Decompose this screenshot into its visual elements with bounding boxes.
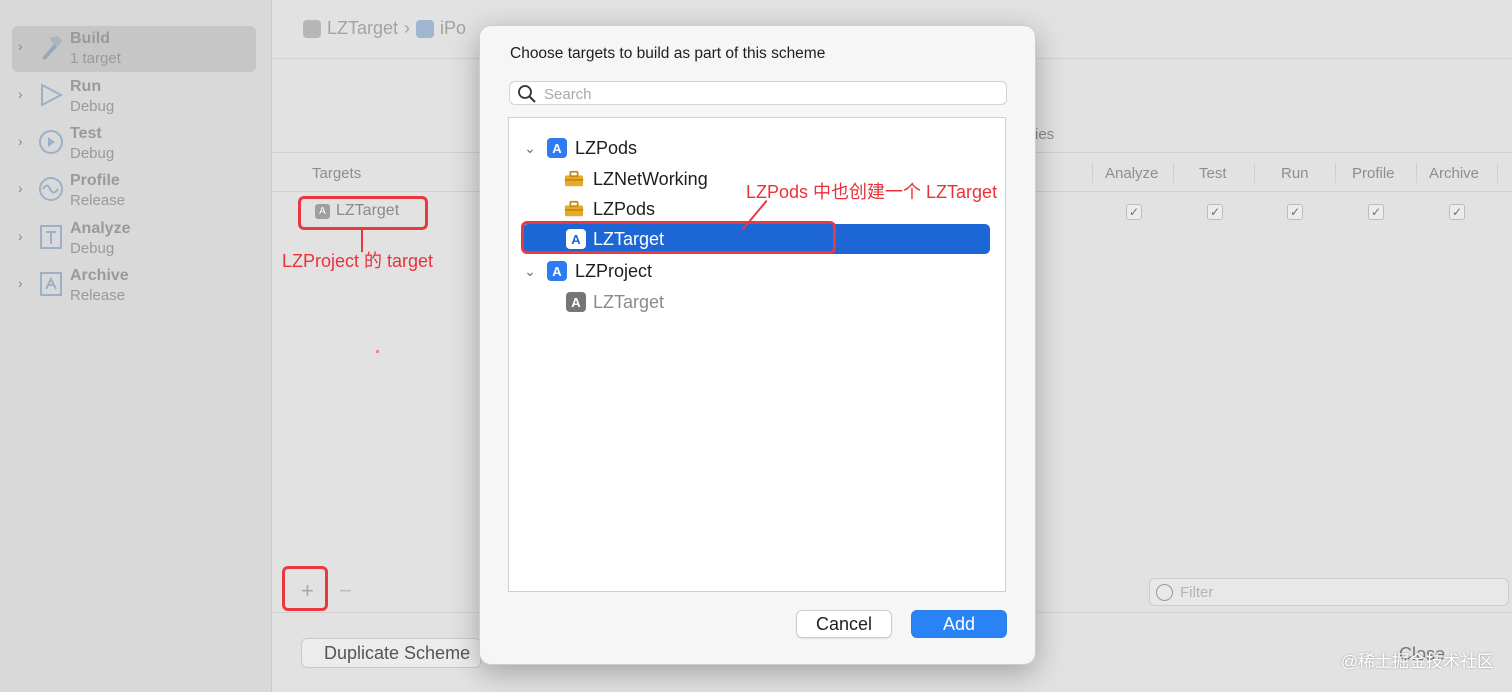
list-item[interactable]: ⌄ A LZProject xyxy=(509,256,1005,286)
add-button[interactable]: Add xyxy=(911,610,1007,638)
test-diamond-icon xyxy=(38,127,64,157)
action-analyze-sub: Debug xyxy=(70,240,115,257)
column-analyze[interactable]: Analyze xyxy=(1105,165,1158,182)
action-profile-name: Profile xyxy=(70,172,120,189)
action-test-name: Test xyxy=(70,125,102,142)
list-item-disabled: A LZTarget xyxy=(509,287,1005,317)
chevron-right-icon[interactable]: › xyxy=(18,228,23,244)
annotation-project-note: LZProject 的 target xyxy=(282,251,434,271)
action-test-sub: Debug xyxy=(70,145,115,162)
toolbox-icon xyxy=(564,199,584,219)
remove-target-button[interactable]: − xyxy=(339,578,352,604)
choose-targets-sheet: Choose targets to build as part of this … xyxy=(479,25,1036,665)
annotation-box-add-button xyxy=(282,566,328,611)
column-separator xyxy=(1416,163,1417,183)
sheet-title: Choose targets to build as part of this … xyxy=(510,45,826,62)
column-archive[interactable]: Archive xyxy=(1429,165,1479,182)
checkbox-archive[interactable]: ✓ xyxy=(1449,204,1465,220)
column-separator xyxy=(1173,163,1174,183)
checkbox-profile[interactable]: ✓ xyxy=(1368,204,1384,220)
action-profile[interactable]: › Profile Release xyxy=(12,168,256,214)
column-test[interactable]: Test xyxy=(1199,165,1227,182)
search-icon xyxy=(518,85,536,103)
search-field[interactable] xyxy=(509,81,1007,105)
chevron-right-icon[interactable]: › xyxy=(18,38,23,54)
checkbox-analyze[interactable]: ✓ xyxy=(1126,204,1142,220)
scheme-path-bar[interactable]: LZTarget › iPo xyxy=(303,18,466,39)
filter-field[interactable]: Filter xyxy=(1149,578,1509,606)
app-target-icon: A xyxy=(566,292,586,312)
column-separator xyxy=(1497,163,1498,183)
action-profile-sub: Release xyxy=(70,192,126,209)
checkbox-run[interactable]: ✓ xyxy=(1287,204,1303,220)
action-analyze[interactable]: › Analyze Debug xyxy=(12,216,256,262)
item-label: LZNetWorking xyxy=(593,168,708,189)
action-archive-name: Archive xyxy=(70,267,129,284)
archive-icon xyxy=(38,269,64,299)
column-separator xyxy=(1092,163,1093,183)
path-target-label: LZTarget xyxy=(327,18,399,38)
action-archive-sub: Release xyxy=(70,287,126,304)
toolbox-icon xyxy=(564,169,584,189)
path-device-label: iPo xyxy=(440,18,467,38)
action-analyze-name: Analyze xyxy=(70,220,131,237)
action-build-sub: 1 target xyxy=(70,50,121,67)
hammer-icon xyxy=(38,32,64,62)
device-icon xyxy=(416,19,435,38)
annotation-box-pods-target xyxy=(521,221,836,254)
chevron-down-icon[interactable]: ⌄ xyxy=(523,263,537,280)
annotation-dot xyxy=(376,350,379,353)
list-item[interactable]: ⌄ A LZPods xyxy=(509,133,1005,163)
action-archive[interactable]: › Archive Release xyxy=(12,263,256,309)
path-separator-icon: › xyxy=(404,18,411,38)
annotation-pods-note: LZPods 中也创建一个 LZTarget xyxy=(746,182,998,202)
target-app-icon xyxy=(303,19,321,38)
scheme-action-sidebar: › Build 1 target › Run Debug › Test Debu… xyxy=(0,0,272,692)
item-label: LZProject xyxy=(575,260,653,281)
targets-column-header: Targets xyxy=(312,165,362,182)
column-profile[interactable]: Profile xyxy=(1352,165,1395,182)
chevron-right-icon[interactable]: › xyxy=(18,180,23,196)
filter-icon xyxy=(1156,584,1173,601)
waveform-icon xyxy=(38,174,64,204)
analyze-icon xyxy=(38,222,64,252)
chevron-right-icon[interactable]: › xyxy=(18,133,23,149)
tab-dependencies-partial[interactable]: ies xyxy=(1035,126,1054,143)
chevron-right-icon[interactable]: › xyxy=(18,86,23,102)
cancel-button[interactable]: Cancel xyxy=(796,610,892,638)
action-run-sub: Debug xyxy=(70,98,115,115)
search-input[interactable] xyxy=(544,84,984,104)
action-run[interactable]: › Run Debug xyxy=(12,74,256,120)
watermark: @稀土掘金技术社区 xyxy=(1340,652,1494,671)
column-separator xyxy=(1254,163,1255,183)
column-separator xyxy=(1335,163,1336,183)
chevron-right-icon[interactable]: › xyxy=(18,275,23,291)
item-label: LZTarget xyxy=(593,291,665,312)
play-icon xyxy=(38,80,64,110)
item-label: LZPods xyxy=(575,137,638,158)
item-label: LZPods xyxy=(593,198,656,219)
annotation-box-project-target xyxy=(298,196,428,230)
action-test[interactable]: › Test Debug xyxy=(12,121,256,167)
column-run[interactable]: Run xyxy=(1281,165,1309,182)
action-build[interactable]: › Build 1 target xyxy=(12,26,256,72)
app-project-icon: A xyxy=(547,138,567,158)
chevron-down-icon[interactable]: ⌄ xyxy=(523,140,537,157)
app-project-icon: A xyxy=(547,261,567,281)
action-build-name: Build xyxy=(70,30,110,47)
checkbox-test[interactable]: ✓ xyxy=(1207,204,1223,220)
action-run-name: Run xyxy=(70,78,102,95)
duplicate-scheme-button[interactable]: Duplicate Scheme xyxy=(301,638,481,668)
filter-placeholder: Filter xyxy=(1180,584,1214,601)
